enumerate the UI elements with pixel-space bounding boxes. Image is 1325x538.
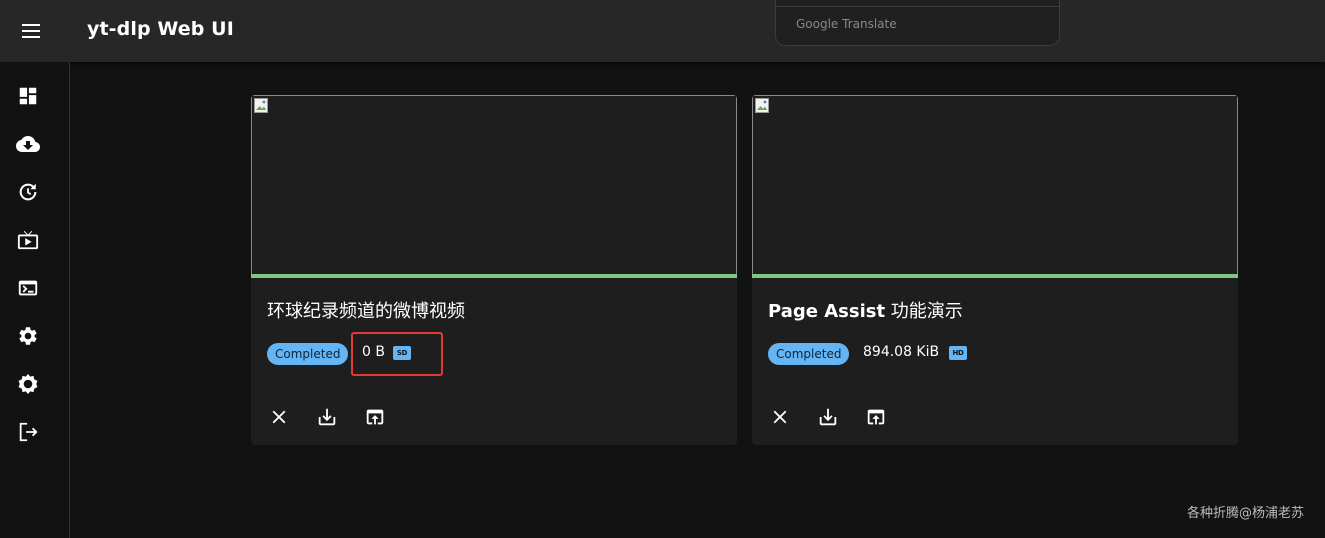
download-card: 环球纪录频道的微博视频 Completed 0 B SD — [251, 95, 737, 445]
google-translate-label[interactable]: Google Translate — [796, 17, 897, 31]
video-title-en: Page Assist — [768, 301, 886, 322]
broken-image-icon — [755, 98, 769, 113]
quality-badge: HD — [949, 346, 967, 360]
app-title: yt-dlp Web UI — [87, 18, 234, 40]
close-icon[interactable] — [265, 403, 293, 431]
video-thumbnail — [251, 95, 737, 275]
highlight-annotation — [351, 332, 443, 376]
download-icon[interactable] — [313, 403, 341, 431]
gear-icon[interactable] — [15, 323, 41, 349]
video-thumbnail — [752, 95, 1238, 275]
video-title: 环球纪录频道的微博视频 — [267, 301, 465, 322]
history-icon[interactable] — [15, 179, 41, 205]
settings-outline-icon[interactable] — [15, 371, 41, 397]
menu-icon[interactable] — [18, 19, 44, 43]
status-badge: Completed — [267, 343, 349, 365]
download-icon[interactable] — [814, 403, 842, 431]
video-title-zh: 功能演示 — [890, 301, 963, 322]
video-title: Page Assist 功能演示 — [768, 297, 963, 323]
cloud-download-icon[interactable] — [15, 131, 41, 157]
progress-bar — [251, 274, 737, 278]
progress-bar — [752, 274, 1238, 278]
dashboard-icon[interactable] — [15, 83, 41, 109]
popup-divider — [776, 6, 1059, 7]
close-icon[interactable] — [766, 403, 794, 431]
app-bar: yt-dlp Web UI — [0, 0, 1325, 62]
download-card: Page Assist 功能演示 Completed 894.08 KiB HD — [752, 95, 1238, 445]
file-size: 894.08 KiB — [863, 344, 940, 360]
sidebar — [0, 62, 70, 538]
live-tv-icon[interactable] — [15, 227, 41, 253]
open-in-new-icon[interactable] — [862, 403, 890, 431]
open-in-new-icon[interactable] — [361, 403, 389, 431]
logout-icon[interactable] — [15, 419, 41, 445]
status-badge: Completed — [768, 343, 850, 365]
broken-image-icon — [254, 98, 268, 113]
watermark: 各种折腾@杨浦老苏 — [1186, 506, 1304, 521]
google-translate-popup: Google Translate — [775, 0, 1060, 46]
terminal-icon[interactable] — [15, 275, 41, 301]
